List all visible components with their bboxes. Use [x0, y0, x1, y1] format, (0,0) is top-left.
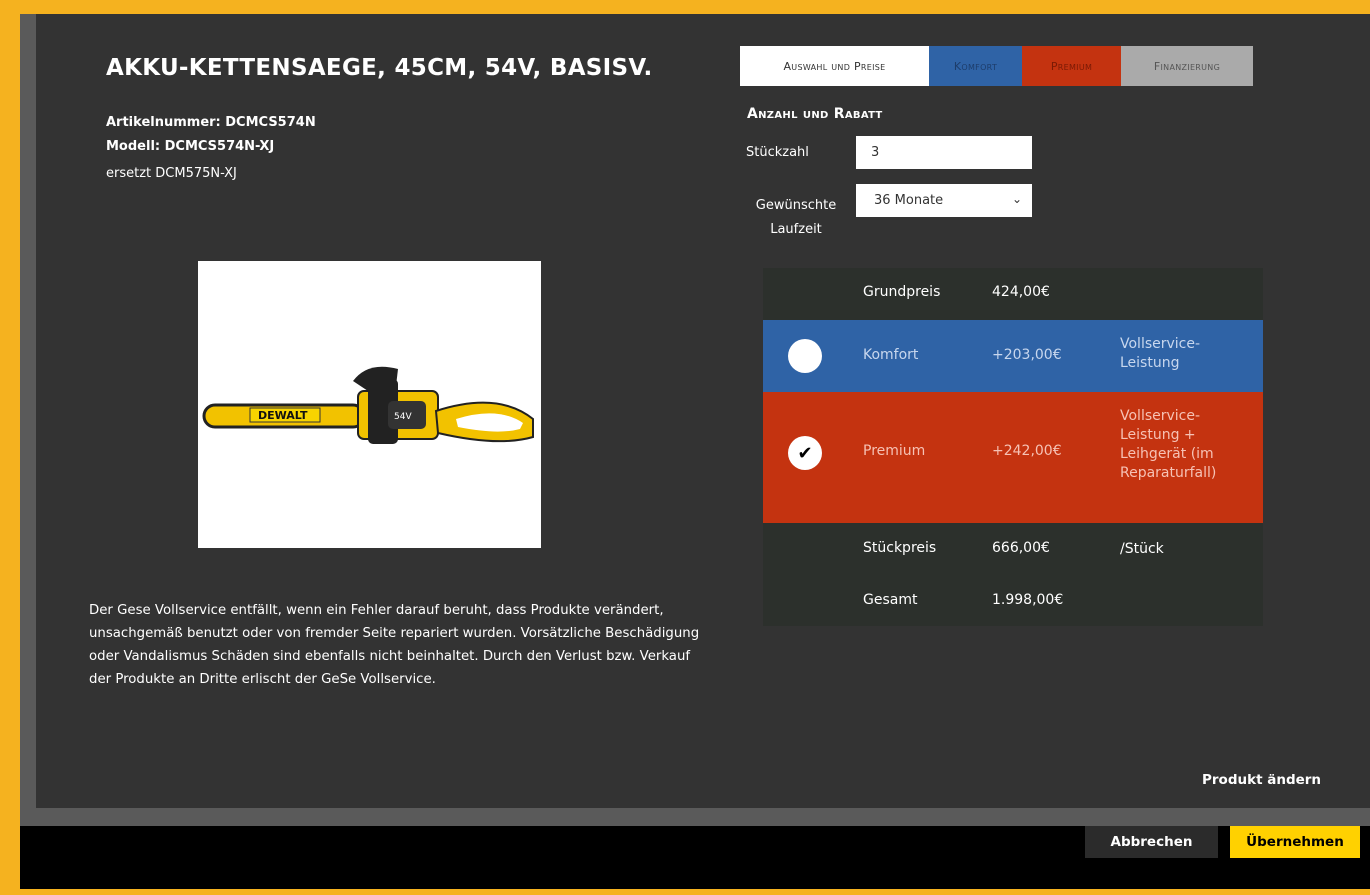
product-image: DEWALT 54V	[198, 261, 541, 548]
dialog: AKKU-KETTENSAEGE, 45CM, 54V, BASISV. Art…	[20, 14, 1370, 889]
article-number: Artikelnummer: DCMCS574N	[106, 115, 316, 130]
term-label: Gewünschte Laufzeit	[755, 198, 837, 237]
komfort-radio[interactable]	[788, 339, 822, 373]
komfort-label: Komfort	[863, 347, 919, 363]
price-row-unit: Stückpreis 666,00€ /Stück	[763, 523, 1263, 575]
chainsaw-illustration: DEWALT 54V	[202, 366, 534, 444]
base-price-value: 424,00€	[992, 284, 1050, 300]
term-select-value: 36 Monate	[874, 193, 944, 208]
tab-bar: Auswahl und Preise Komfort Premium Finan…	[740, 46, 1253, 86]
product-title: AKKU-KETTENSAEGE, 45CM, 54V, BASISV.	[106, 55, 653, 81]
section-title: Anzahl und Rabatt	[747, 106, 883, 122]
unit-price-label: Stückpreis	[863, 540, 937, 556]
total-value: 1.998,00€	[992, 592, 1064, 608]
unit-price-value: 666,00€	[992, 540, 1050, 556]
battery-mark: 54V	[394, 412, 412, 422]
premium-note: Vollservice-Leistung + Leihgerät (im Rep…	[1120, 408, 1217, 481]
service-disclaimer: Der Gese Vollservice entfällt, wenn ein …	[89, 603, 700, 687]
komfort-value: +203,00€	[992, 347, 1062, 363]
price-row-premium[interactable]: ✔ Premium +242,00€ Vollservice-Leistung …	[763, 392, 1263, 523]
change-product-link[interactable]: Produkt ändern	[1202, 772, 1321, 788]
premium-value: +242,00€	[992, 443, 1062, 459]
replaces-note: ersetzt DCM575N-XJ	[106, 166, 237, 181]
quantity-input[interactable]	[856, 136, 1032, 169]
check-icon: ✔	[797, 442, 813, 464]
tab-premium[interactable]: Premium	[1022, 46, 1121, 86]
komfort-note: Vollservice-Leistung	[1120, 336, 1201, 371]
dialog-frame: AKKU-KETTENSAEGE, 45CM, 54V, BASISV. Art…	[0, 0, 1370, 895]
premium-label: Premium	[863, 443, 926, 459]
model-number: Modell: DCMCS574N-XJ	[106, 139, 275, 154]
chevron-down-icon: ⌄	[1011, 192, 1022, 206]
tab-komfort[interactable]: Komfort	[929, 46, 1022, 86]
content-panel: AKKU-KETTENSAEGE, 45CM, 54V, BASISV. Art…	[36, 14, 1370, 808]
quantity-label: Stückzahl	[746, 145, 809, 160]
tab-auswahl-und-preise[interactable]: Auswahl und Preise	[740, 46, 929, 86]
price-row-total: Gesamt 1.998,00€	[763, 575, 1263, 626]
base-price-label: Grundpreis	[863, 284, 941, 300]
price-table: Grundpreis 424,00€ Komfort +203,00€ Voll…	[763, 268, 1263, 626]
term-select[interactable]: 36 Monate ⌄	[856, 184, 1032, 217]
price-row-komfort[interactable]: Komfort +203,00€ Vollservice-Leistung	[763, 320, 1263, 392]
total-label: Gesamt	[863, 592, 918, 608]
tab-finanzierung[interactable]: Finanzierung	[1121, 46, 1253, 86]
apply-button[interactable]: Übernehmen	[1230, 826, 1360, 858]
cancel-button[interactable]: Abbrechen	[1085, 826, 1218, 858]
unit-price-suffix: /Stück	[1120, 541, 1164, 557]
premium-radio-checked[interactable]: ✔	[788, 436, 822, 470]
brand-mark: DEWALT	[258, 409, 308, 422]
price-row-base: Grundpreis 424,00€	[763, 268, 1263, 320]
